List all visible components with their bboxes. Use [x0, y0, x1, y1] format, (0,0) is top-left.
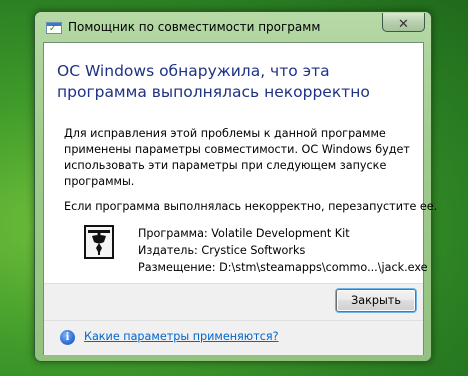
- window-app-icon: ✓: [46, 22, 62, 34]
- window-title: Помощник по совместимости программ: [68, 20, 321, 34]
- button-bar: Закрыть: [44, 283, 423, 321]
- main-heading: ОС Windows обнаружила, что эта программа…: [57, 62, 370, 101]
- window-close-button[interactable]: ✕: [382, 13, 425, 32]
- explanation-text: Для исправления этой проблемы к данной п…: [64, 127, 410, 188]
- title-bar[interactable]: ✓ Помощник по совместимости программ ✕: [35, 12, 431, 42]
- program-details: Программа: Volatile Development Kit Изда…: [138, 225, 428, 276]
- footer: i Какие параметры применяются?: [44, 320, 423, 355]
- program-name: Программа: Volatile Development Kit: [138, 227, 350, 240]
- program-icon: [84, 225, 114, 259]
- close-icon: ✕: [398, 17, 409, 32]
- program-location: Размещение: D:\stm\steamapps\commo...\ja…: [138, 261, 428, 274]
- restart-hint-text: Если программа выполнялась некорректно, …: [64, 200, 438, 213]
- program-publisher: Издатель: Crystice Softworks: [138, 244, 306, 257]
- dialog-content: ОС Windows обнаружила, что эта программа…: [43, 42, 438, 355]
- compatibility-assistant-window: ✓ Помощник по совместимости программ ✕ О…: [34, 11, 438, 362]
- settings-help-link[interactable]: Какие параметры применяются?: [84, 330, 279, 343]
- close-button[interactable]: Закрыть: [336, 289, 416, 312]
- info-icon: i: [60, 330, 75, 345]
